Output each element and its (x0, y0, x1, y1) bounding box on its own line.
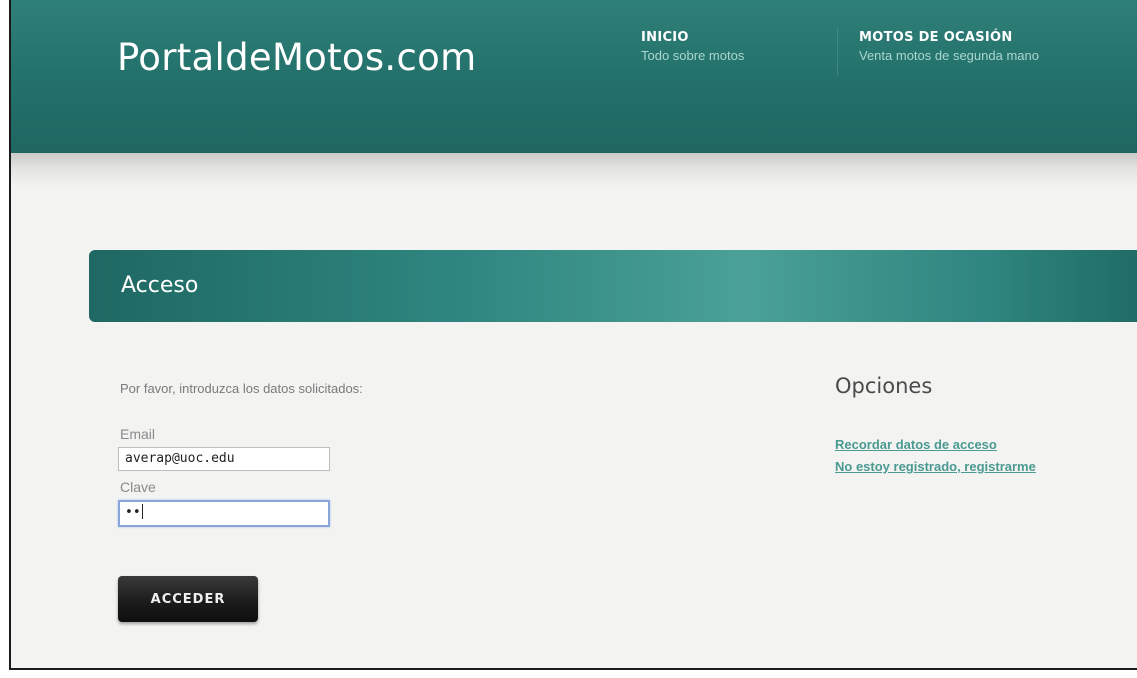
password-field[interactable]: •• (118, 500, 330, 527)
password-mask: •• (125, 505, 141, 520)
text-caret (141, 504, 143, 519)
email-field[interactable]: averap@uoc.edu (118, 447, 330, 471)
remember-access-link[interactable]: Recordar datos de acceso (835, 437, 997, 452)
nav-divider (837, 28, 838, 76)
nav-item-motos-ocasion[interactable]: MOTOS DE OCASIÓN Venta motos de segunda … (859, 30, 1039, 63)
password-label: Clave (120, 479, 156, 495)
login-button[interactable]: ACCEDER (118, 576, 258, 622)
site-header: PortaldeMotos.com INICIO Todo sobre moto… (11, 0, 1137, 153)
register-link[interactable]: No estoy registrado, registrarme (835, 459, 1036, 474)
header-shadow (11, 153, 1137, 187)
nav-item-subtitle: Venta motos de segunda mano (859, 48, 1039, 63)
nav-item-title: INICIO (641, 30, 689, 45)
browser-viewport: PortaldeMotos.com INICIO Todo sobre moto… (9, 0, 1137, 670)
options-title: Opciones (835, 374, 933, 398)
section-header-bar: Acceso (89, 250, 1137, 322)
nav-item-subtitle: Todo sobre motos (641, 48, 745, 63)
form-instructions: Por favor, introduzca los datos solicita… (120, 381, 363, 396)
site-logo[interactable]: PortaldeMotos.com (117, 36, 476, 79)
email-label: Email (120, 426, 156, 442)
nav-item-title: MOTOS DE OCASIÓN (859, 30, 1013, 45)
nav-item-inicio[interactable]: INICIO Todo sobre motos (641, 30, 744, 63)
section-title: Acceso (121, 273, 199, 298)
